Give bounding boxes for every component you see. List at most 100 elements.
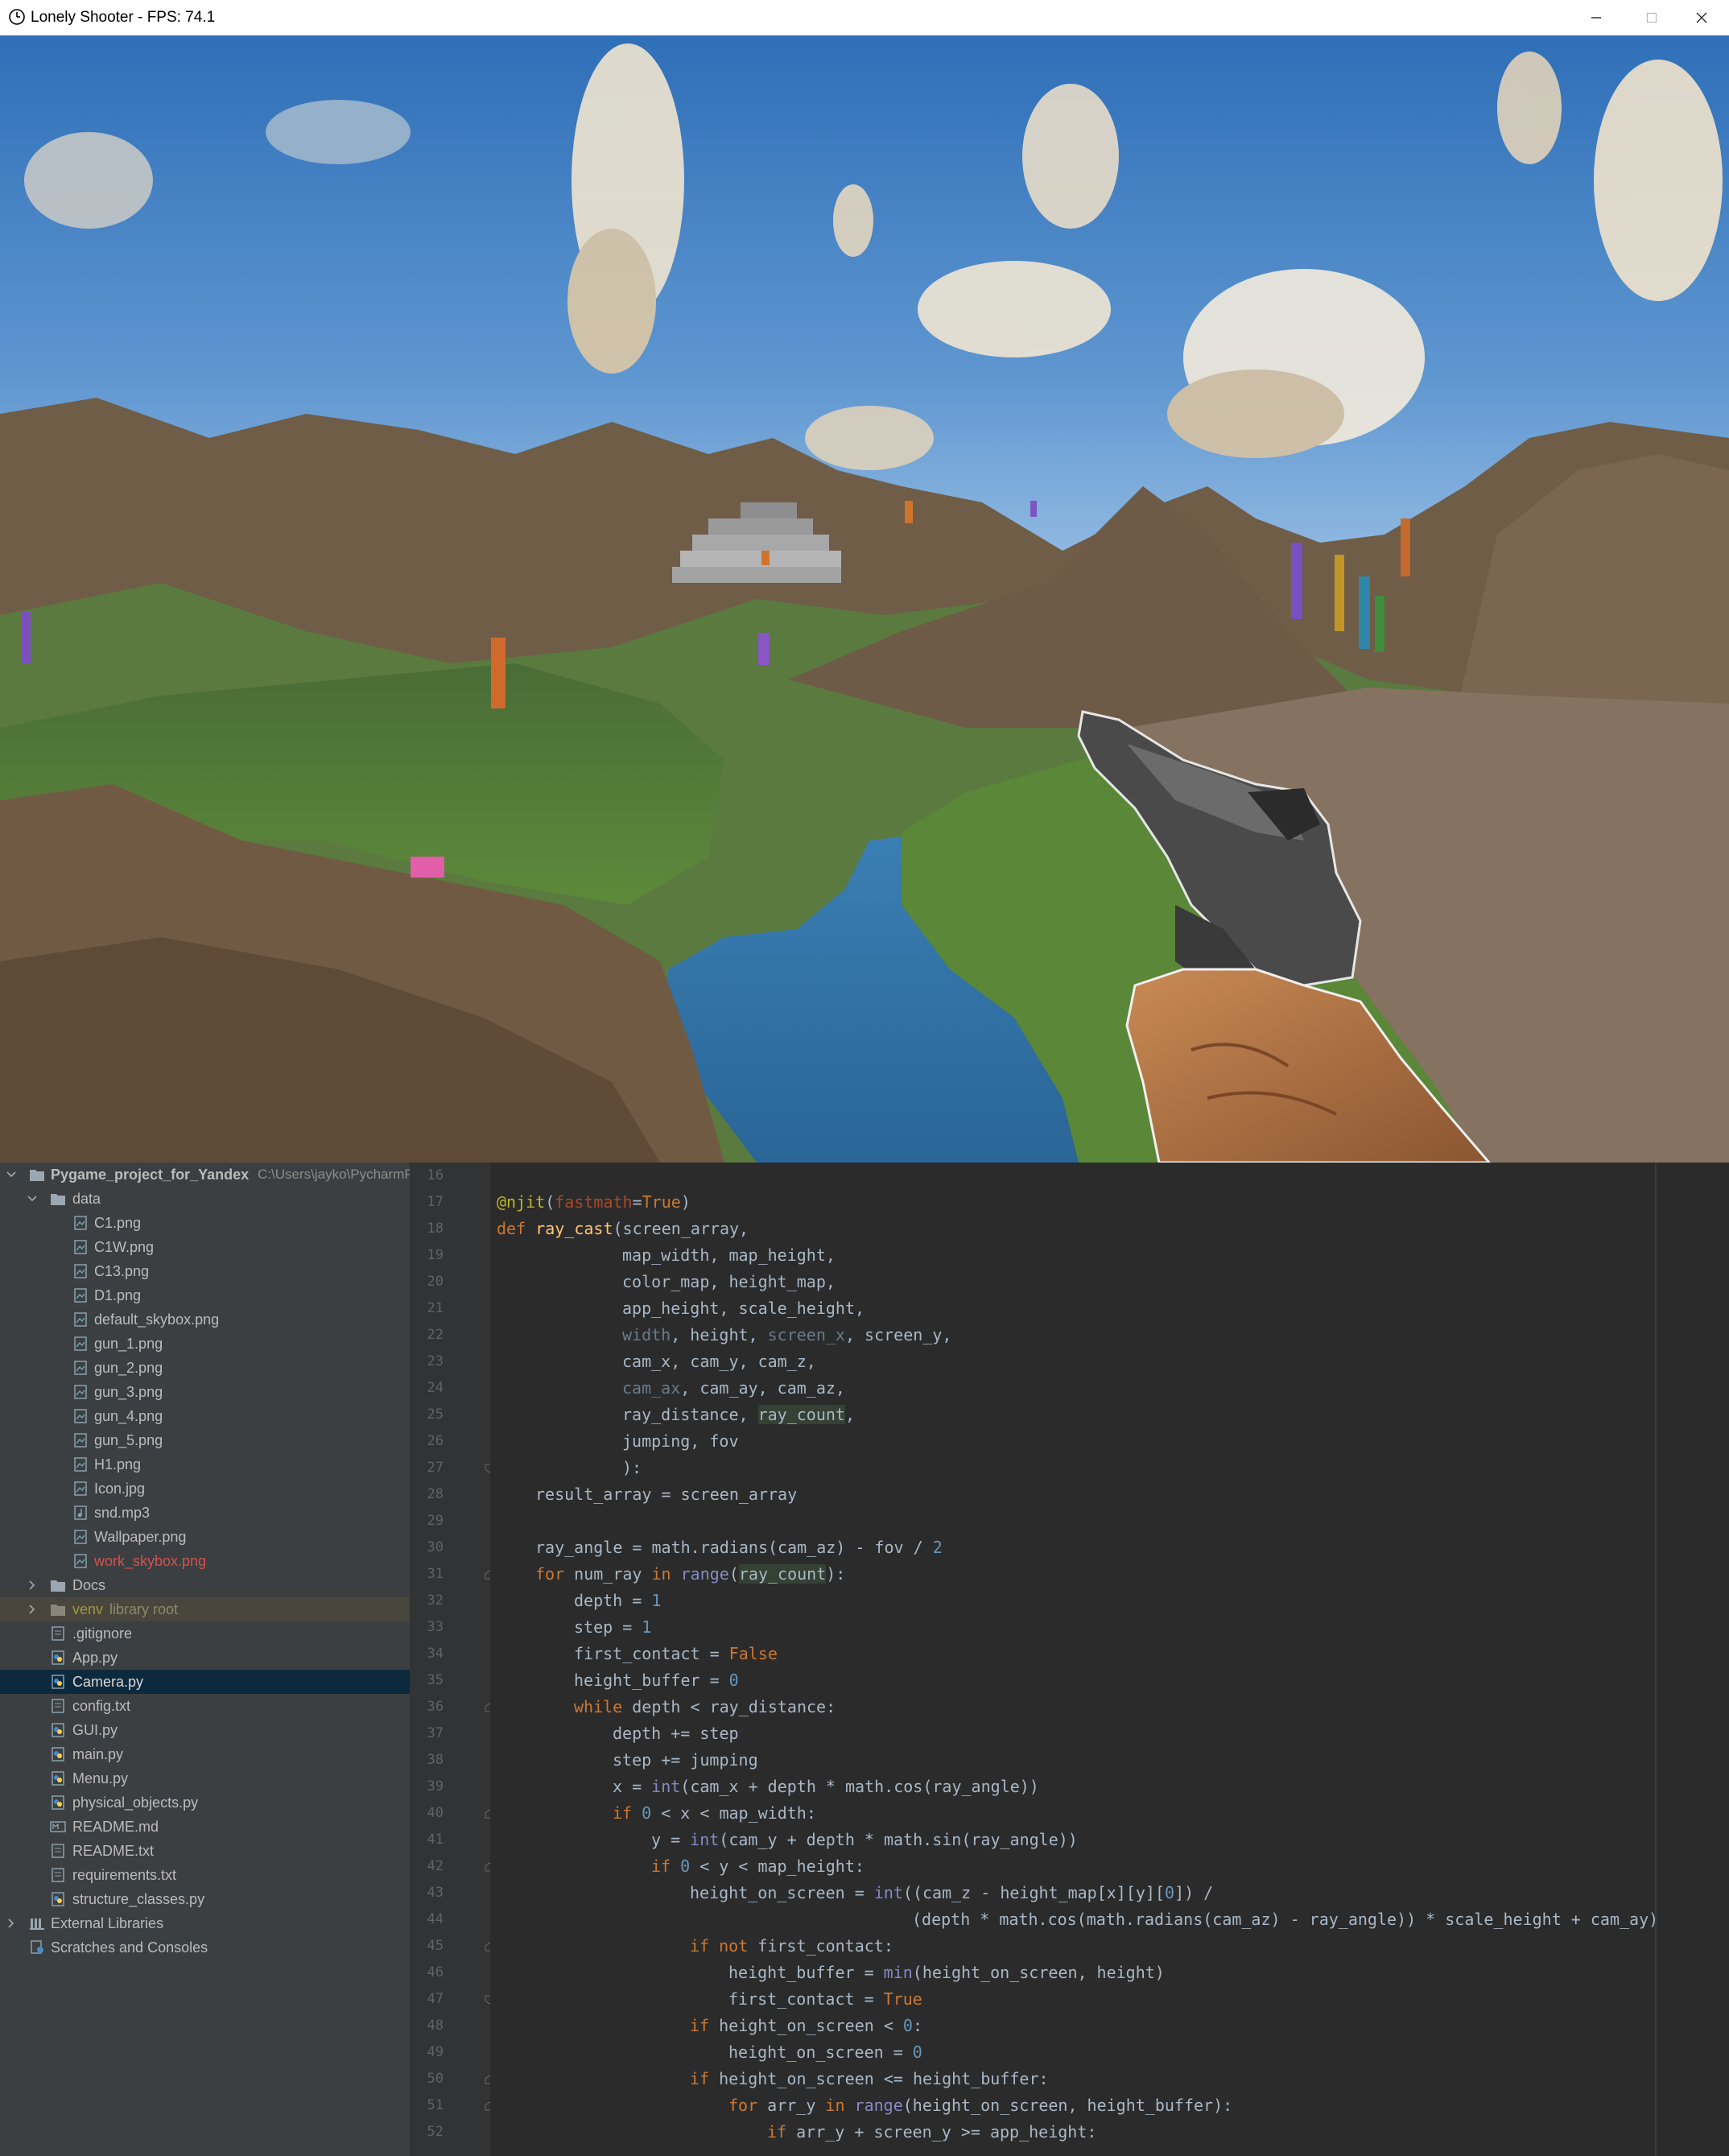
line-number: 34 bbox=[427, 1646, 444, 1662]
file-label: structure_classes.py bbox=[72, 1891, 205, 1907]
file-label: App.py bbox=[72, 1650, 118, 1666]
line-number: 21 bbox=[427, 1300, 444, 1316]
tree-file[interactable]: C1.png bbox=[0, 1211, 410, 1235]
tree-file[interactable]: C13.png bbox=[0, 1259, 410, 1283]
token: ray_distance, bbox=[622, 1405, 758, 1424]
code-line: height_on_screen = int((cam_z - height_m… bbox=[690, 1880, 1213, 1906]
editor-gutter: 16 17 18 19 20 21 22 23 24 25 26 27 28 2… bbox=[410, 1163, 494, 2156]
code-line: first_contact = True bbox=[728, 1986, 922, 2013]
token: def bbox=[497, 1219, 536, 1238]
token: 0 bbox=[1165, 1883, 1175, 1902]
tree-file[interactable]: gun_1.png bbox=[0, 1332, 410, 1356]
tree-external-libraries[interactable]: External Libraries bbox=[0, 1911, 410, 1935]
file-label: config.txt bbox=[72, 1698, 131, 1714]
line-number: 18 bbox=[427, 1220, 444, 1237]
tree-file[interactable]: .gitignore bbox=[0, 1621, 410, 1646]
image-file-icon bbox=[74, 1530, 87, 1544]
tree-file[interactable]: App.py bbox=[0, 1646, 410, 1670]
game-viewport[interactable] bbox=[0, 35, 1729, 1163]
tree-file[interactable]: C1W.png bbox=[0, 1235, 410, 1259]
token: for bbox=[728, 2096, 768, 2115]
token: (cam_y + depth * math.sin(ray_angle)) bbox=[719, 1830, 1078, 1849]
tree-file[interactable]: default_skybox.png bbox=[0, 1307, 410, 1332]
chevron-down-icon[interactable] bbox=[6, 1170, 16, 1179]
code-line: color_map, height_map, bbox=[622, 1272, 836, 1291]
code-line: while depth < ray_distance: bbox=[574, 1694, 836, 1720]
image-file-icon bbox=[74, 1240, 87, 1254]
token: cam_ax bbox=[622, 1378, 681, 1398]
tree-file[interactable]: Menu.py bbox=[0, 1766, 410, 1790]
file-label: main.py bbox=[72, 1746, 124, 1762]
code-line: app_height, scale_height, bbox=[622, 1299, 865, 1318]
chevron-right-icon[interactable] bbox=[27, 1580, 37, 1590]
tree-file[interactable]: gun_2.png bbox=[0, 1356, 410, 1380]
tree-file[interactable]: config.txt bbox=[0, 1694, 410, 1718]
token: ray_angle = math.radians(cam_az) - fov / bbox=[535, 1538, 933, 1557]
scratches-icon bbox=[31, 1940, 43, 1954]
tree-file[interactable]: D1.png bbox=[0, 1283, 410, 1307]
library-root-hint: library root bbox=[109, 1601, 179, 1617]
token: 2 bbox=[932, 1538, 943, 1557]
tree-file[interactable]: Icon.jpg bbox=[0, 1477, 410, 1501]
token: in bbox=[651, 1564, 681, 1584]
line-number: 26 bbox=[427, 1433, 444, 1449]
tree-file[interactable]: H1.png bbox=[0, 1452, 410, 1477]
maximize-button[interactable] bbox=[1624, 0, 1679, 35]
tree-file[interactable]: Wallpaper.png bbox=[0, 1525, 410, 1549]
pygame-clock-icon bbox=[9, 9, 25, 25]
tree-file[interactable]: gun_4.png bbox=[0, 1404, 410, 1428]
token: , cam_ay, cam_az, bbox=[680, 1378, 845, 1398]
tree-file[interactable]: requirements.txt bbox=[0, 1863, 410, 1887]
token: fastmath bbox=[555, 1192, 633, 1212]
image-file-icon bbox=[74, 1457, 87, 1472]
token: < x < map_width: bbox=[651, 1803, 816, 1823]
tree-root[interactable]: Pygame_project_for_Yandex C:\Users\jayko… bbox=[0, 1163, 410, 1187]
line-number: 22 bbox=[427, 1327, 444, 1343]
tree-scratches[interactable]: Scratches and Consoles bbox=[0, 1935, 410, 1960]
token: if bbox=[690, 2016, 720, 2035]
tree-file[interactable]: snd.mp3 bbox=[0, 1501, 410, 1525]
file-label: physical_objects.py bbox=[72, 1795, 199, 1811]
file-label: gun_1.png bbox=[94, 1336, 163, 1352]
tree-file[interactable]: GUI.py bbox=[0, 1718, 410, 1742]
tree-file[interactable]: structure_classes.py bbox=[0, 1887, 410, 1911]
tree-file[interactable]: work_skybox.png bbox=[0, 1549, 410, 1573]
chevron-down-icon[interactable] bbox=[27, 1194, 37, 1204]
python-file-icon bbox=[52, 1771, 64, 1786]
file-label-modified: work_skybox.png bbox=[94, 1553, 207, 1569]
tree-folder-data[interactable]: data bbox=[0, 1187, 410, 1211]
project-tree: Pygame_project_for_Yandex C:\Users\jayko… bbox=[0, 1163, 410, 2156]
line-number: 52 bbox=[427, 2124, 444, 2140]
tree-folder-docs[interactable]: Docs bbox=[0, 1573, 410, 1597]
scratches-label: Scratches and Consoles bbox=[51, 1939, 208, 1956]
tree-file[interactable]: README.txt bbox=[0, 1839, 410, 1863]
minimize-icon bbox=[1591, 17, 1601, 19]
python-file-icon bbox=[52, 1675, 64, 1689]
tree-file[interactable]: main.py bbox=[0, 1742, 410, 1766]
token: range bbox=[680, 1564, 729, 1584]
chevron-right-icon[interactable] bbox=[27, 1605, 37, 1614]
line-number: 37 bbox=[427, 1725, 444, 1741]
file-label: default_skybox.png bbox=[94, 1311, 220, 1328]
code-line: result_array = screen_array bbox=[535, 1485, 798, 1504]
close-button[interactable] bbox=[1674, 0, 1729, 35]
tree-file-selected[interactable]: Camera.py bbox=[0, 1670, 410, 1694]
token: ( bbox=[728, 1564, 739, 1584]
token: < y < map_height: bbox=[690, 1857, 864, 1876]
line-number: 42 bbox=[427, 1858, 444, 1874]
code-editor[interactable]: @njit(fastmath=True) def ray_cast(screen… bbox=[490, 1163, 1729, 2156]
chevron-right-icon[interactable] bbox=[6, 1919, 16, 1928]
code-line: step += jumping bbox=[613, 1750, 758, 1770]
tree-file[interactable]: gun_3.png bbox=[0, 1380, 410, 1404]
token: num_ray bbox=[574, 1564, 652, 1584]
tree-file[interactable]: gun_5.png bbox=[0, 1428, 410, 1452]
minimize-button[interactable] bbox=[1569, 0, 1624, 35]
tree-folder-venv[interactable]: venv library root bbox=[0, 1597, 410, 1621]
token: first_contact = bbox=[574, 1644, 729, 1663]
code-line: height_on_screen = 0 bbox=[728, 2039, 922, 2066]
token: ]) / bbox=[1174, 1883, 1214, 1902]
token: while bbox=[574, 1697, 633, 1716]
tree-file[interactable]: physical_objects.py bbox=[0, 1790, 410, 1815]
tree-file[interactable]: README.md bbox=[0, 1815, 410, 1839]
token: False bbox=[728, 1644, 778, 1663]
